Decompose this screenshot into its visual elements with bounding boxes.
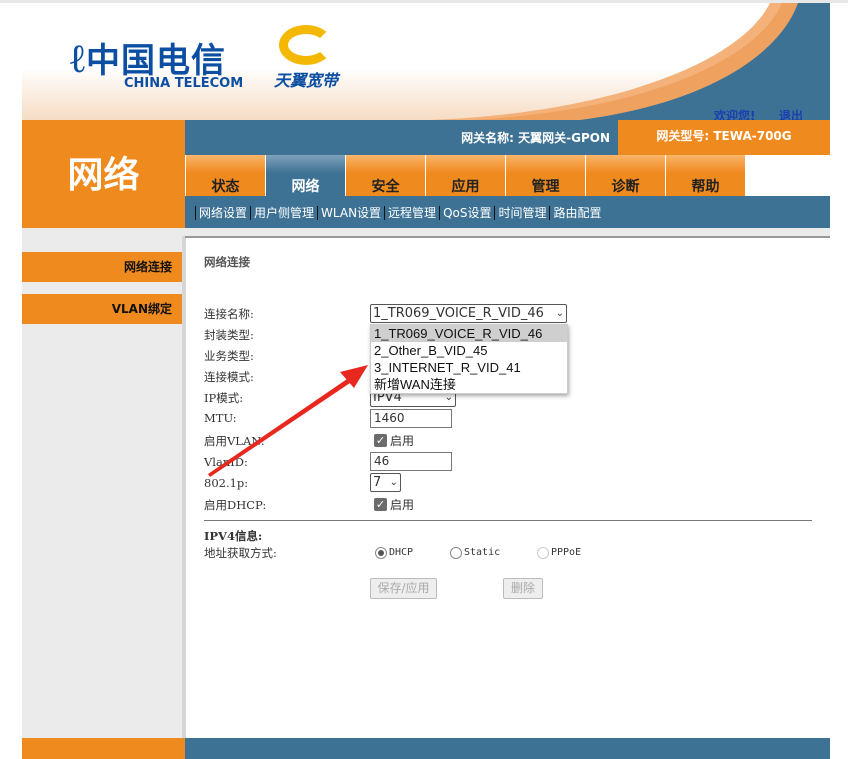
checkbox-checked-icon: ✓ bbox=[374, 434, 387, 447]
swoosh-decoration bbox=[410, 3, 830, 120]
tab-security[interactable]: 安全 bbox=[345, 155, 425, 196]
label-connection-name: 连接名称: bbox=[204, 306, 254, 322]
label-service-type: 业务类型: bbox=[204, 348, 254, 364]
checkbox-label: 启用 bbox=[390, 434, 414, 448]
dropdown-option[interactable]: 3_INTERNET_R_VID_41 bbox=[371, 359, 567, 376]
tianyi-text: 天翼宽带 bbox=[274, 67, 338, 91]
radio-label: DHCP bbox=[389, 547, 413, 558]
tab-help[interactable]: 帮助 bbox=[665, 155, 745, 196]
logo-en-text: CHINA TELECOM bbox=[124, 76, 243, 91]
label-encapsulation: 封装类型: bbox=[204, 327, 254, 343]
sub-navigation: 网络设置用户侧管理WLAN设置远程管理QoS设置时间管理路由配置 bbox=[185, 196, 830, 228]
subnav-network-settings[interactable]: 网络设置 bbox=[195, 206, 250, 220]
vlan-enable-checkbox[interactable]: ✓启用 bbox=[374, 432, 414, 449]
checkbox-label: 启用 bbox=[390, 498, 414, 512]
radio-selected-icon bbox=[375, 547, 387, 559]
tab-bar-end bbox=[745, 155, 830, 196]
gateway-name: 网关名称: 天翼网关-GPON bbox=[461, 129, 610, 146]
subnav-qos-settings[interactable]: QoS设置 bbox=[439, 206, 494, 220]
subnav-lan-management[interactable]: 用户侧管理 bbox=[250, 206, 317, 220]
tab-management[interactable]: 管理 bbox=[505, 155, 585, 196]
subnav-routing[interactable]: 路由配置 bbox=[549, 206, 604, 220]
sidebar-item-vlan-binding[interactable]: VLAN绑定 bbox=[22, 294, 182, 324]
dropdown-option[interactable]: 2_Other_B_VID_45 bbox=[371, 342, 567, 359]
tab-apps[interactable]: 应用 bbox=[425, 155, 505, 196]
vlan-id-input[interactable]: 46 bbox=[370, 452, 452, 471]
label-8021p: 802.1p: bbox=[204, 476, 248, 490]
subnav-time-management[interactable]: 时间管理 bbox=[494, 206, 549, 220]
welcome-link[interactable]: 欢迎您! bbox=[714, 107, 755, 120]
label-vlan-enable: 启用VLAN: bbox=[204, 433, 265, 449]
divider bbox=[204, 520, 812, 521]
radio-pppoe[interactable]: PPPoE bbox=[537, 545, 581, 559]
radio-icon bbox=[450, 547, 462, 559]
sidebar: 网络连接 VLAN绑定 bbox=[22, 236, 185, 738]
page-title: 网络连接 bbox=[204, 254, 250, 270]
dhcp-enable-checkbox[interactable]: ✓启用 bbox=[374, 496, 414, 513]
section-title: 网络 bbox=[22, 120, 185, 228]
label-ip-mode: IP模式: bbox=[204, 390, 243, 406]
label-dhcp-enable: 启用DHCP: bbox=[204, 497, 266, 513]
label-address-method: 地址获取方式: bbox=[204, 545, 277, 561]
header-banner: ℓ中国电信 CHINA TELECOM 天翼宽带 欢迎您! 退出 bbox=[22, 3, 830, 120]
tab-network[interactable]: 网络 bbox=[265, 155, 345, 196]
dropdown-option[interactable]: 新增WAN连接 bbox=[371, 376, 567, 393]
tab-status[interactable]: 状态 bbox=[185, 155, 265, 196]
label-connection-mode: 连接模式: bbox=[204, 369, 254, 385]
tianyi-broadband-logo: 天翼宽带 bbox=[274, 25, 338, 91]
subnav-wlan-settings[interactable]: WLAN设置 bbox=[317, 206, 384, 220]
connection-name-select[interactable]: 1_TR069_VOICE_R_VID_46⌄ bbox=[370, 304, 567, 323]
footer-left bbox=[22, 738, 185, 759]
connection-name-dropdown: 1_TR069_VOICE_R_VID_46 2_Other_B_VID_45 … bbox=[370, 324, 568, 394]
mtu-input[interactable]: 1460 bbox=[370, 409, 452, 428]
checkbox-checked-icon: ✓ bbox=[374, 498, 387, 511]
china-telecom-logo: ℓ中国电信 CHINA TELECOM bbox=[70, 33, 243, 91]
label-vlan-id: VlanID: bbox=[204, 455, 248, 469]
footer-right bbox=[185, 738, 830, 759]
main-content: 网络连接 连接名称: 1_TR069_VOICE_R_VID_46⌄ 封装类型:… bbox=[186, 238, 830, 738]
save-apply-button[interactable]: 保存/应用 bbox=[370, 578, 437, 599]
delete-button[interactable]: 删除 bbox=[503, 578, 543, 599]
tab-diagnostics[interactable]: 诊断 bbox=[585, 155, 665, 196]
sidebar-item-network-connection[interactable]: 网络连接 bbox=[22, 252, 182, 282]
chevron-down-icon: ⌄ bbox=[390, 474, 398, 491]
radio-disabled-icon bbox=[537, 547, 549, 559]
tianyi-ring-icon bbox=[279, 25, 333, 65]
radio-label: Static bbox=[464, 547, 500, 558]
logout-link[interactable]: 退出 bbox=[779, 107, 803, 120]
separator bbox=[22, 228, 830, 236]
radio-dhcp[interactable]: DHCP bbox=[375, 545, 413, 559]
8021p-select[interactable]: 7⌄ bbox=[370, 473, 401, 492]
gateway-info-bar: 网关名称: 天翼网关-GPON 网关型号: TEWA-700G bbox=[185, 120, 830, 155]
radio-static[interactable]: Static bbox=[450, 545, 500, 559]
ipv4-info-title: IPV4信息: bbox=[204, 528, 262, 544]
radio-label: PPPoE bbox=[551, 547, 581, 558]
label-mtu: MTU: bbox=[204, 411, 237, 425]
dropdown-option[interactable]: 1_TR069_VOICE_R_VID_46 bbox=[371, 325, 567, 342]
main-tabs: 状态 网络 安全 应用 管理 诊断 帮助 bbox=[185, 155, 830, 196]
subnav-remote-management[interactable]: 远程管理 bbox=[384, 206, 439, 220]
chevron-down-icon: ⌄ bbox=[556, 305, 564, 322]
logo-cn-text: 中国电信 bbox=[86, 41, 226, 81]
gateway-model: 网关型号: TEWA-700G bbox=[618, 120, 830, 155]
